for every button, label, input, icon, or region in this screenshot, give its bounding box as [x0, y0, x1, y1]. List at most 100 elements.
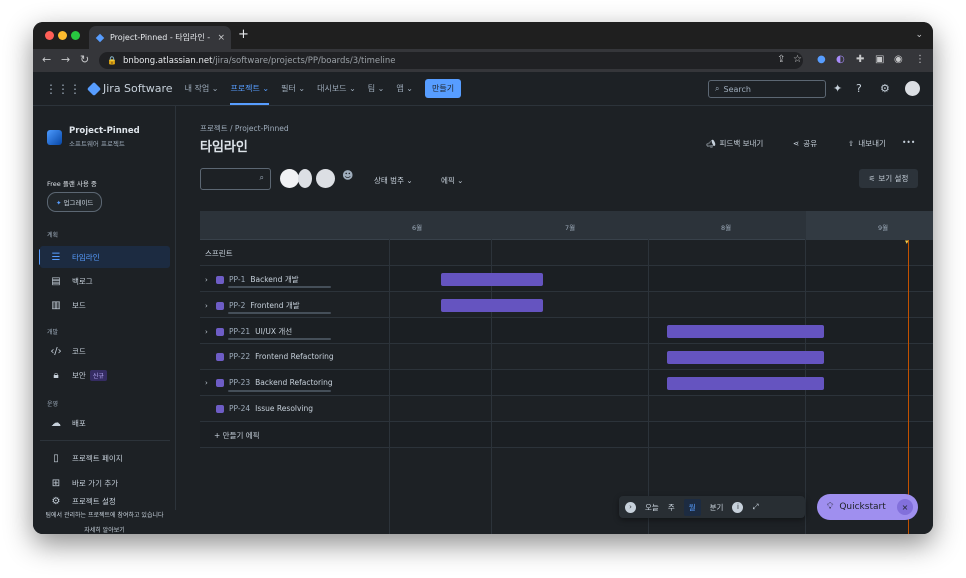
grid-line	[805, 211, 806, 534]
info-icon[interactable]: i	[732, 501, 744, 513]
more-actions-button[interactable]: •••	[902, 138, 915, 147]
fullscreen-icon[interactable]: ⤢	[752, 502, 758, 512]
bookmark-star-icon[interactable]: ☆	[793, 54, 802, 65]
help-icon[interactable]: ?	[856, 82, 862, 95]
epic-bar[interactable]	[441, 273, 543, 286]
forward-arrow-icon[interactable]: →	[61, 53, 70, 66]
epic-key: PP-2	[229, 301, 246, 310]
expand-chevron-icon[interactable]: ›	[205, 328, 211, 336]
breadcrumb[interactable]: 프로젝트 / Project-Pinned	[200, 123, 289, 134]
settings-gear-icon: ⚙	[51, 496, 61, 507]
product-name: Jira Software	[103, 82, 173, 95]
epic-filter[interactable]: 에픽 ⌄	[441, 175, 463, 186]
navigate-arrow-icon[interactable]: ›	[625, 501, 636, 513]
back-arrow-icon[interactable]: ←	[42, 53, 51, 66]
avatar[interactable]	[298, 169, 312, 188]
share-button[interactable]: ⋖ 공유	[793, 138, 817, 149]
expand-chevron-icon[interactable]: ›	[205, 379, 211, 387]
sidebar-item-security[interactable]: 🔒︎ 보안 신규	[40, 364, 170, 386]
sidebar-item-code[interactable]: ‹/› 코드	[40, 340, 170, 362]
tab-search-chevron-icon[interactable]: ⌄	[915, 30, 923, 40]
sidebar-item-deployments[interactable]: ☁ 배포	[40, 412, 170, 434]
sidebar-item-project-pages[interactable]: ▯ 프로젝트 페이지	[40, 447, 170, 469]
view-settings-button[interactable]: ⚟ 보기 설정	[859, 169, 918, 188]
sidebar-item-backlog[interactable]: ▤ 백로그	[40, 270, 170, 292]
epic-row[interactable]: PP-24 Issue Resolving	[200, 396, 933, 422]
close-window-button[interactable]	[45, 31, 54, 40]
profile-avatar-icon[interactable]: ◉	[894, 54, 903, 65]
week-button[interactable]: 주	[668, 502, 675, 513]
nav-apps[interactable]: 앱 ⌄	[396, 83, 413, 94]
new-badge: 신규	[89, 369, 107, 381]
sidebar-item-project-settings[interactable]: ⚙ 프로젝트 설정	[40, 496, 170, 510]
nav-dashboards[interactable]: 대시보드 ⌄	[317, 83, 356, 94]
learn-more-link[interactable]: 자세히 알아보기	[33, 525, 176, 534]
feedback-button[interactable]: 📣︎ 피드백 보내기	[706, 138, 763, 149]
nav-my-work[interactable]: 내 작업 ⌄	[185, 83, 219, 94]
sidebar-item-label: 코드	[72, 346, 86, 356]
timeline-search-input[interactable]: ⌕	[200, 168, 271, 190]
url-text: bnbong.atlassian.net/jira/software/proje…	[123, 56, 396, 66]
nav-projects[interactable]: 프로젝트 ⌄	[230, 83, 270, 105]
add-people-icon[interactable]: ☻	[342, 169, 361, 188]
month-september-label: 9월	[878, 224, 889, 232]
project-header[interactable]: Project-Pinned 소프트웨어 프로젝트	[47, 126, 140, 148]
url-path: /jira/software/projects/PP/boards/3/time…	[212, 55, 396, 66]
app-switcher-icon[interactable]: ⋮⋮⋮	[45, 82, 81, 96]
epic-row[interactable]: › PP-2 Frontend 개발	[200, 292, 933, 318]
expand-chevron-icon[interactable]: ›	[205, 302, 211, 310]
epic-bar[interactable]	[667, 325, 824, 338]
month-june: 6월	[412, 224, 423, 232]
notifications-bell-icon[interactable]: ✦	[833, 82, 842, 95]
upgrade-button[interactable]: ✦ 업그레이드	[47, 192, 103, 212]
expand-chevron-icon[interactable]: ›	[205, 276, 211, 284]
new-tab-button[interactable]: +	[238, 27, 249, 42]
sidebar-item-add-shortcut[interactable]: ⊞ 바로 가기 추가	[40, 472, 170, 494]
create-epic-button[interactable]: + 만들기 에픽	[214, 430, 260, 441]
create-epic-row[interactable]: + 만들기 에픽	[200, 422, 933, 448]
minimize-window-button[interactable]	[58, 31, 67, 40]
epic-progress-bar	[228, 390, 331, 392]
extension-icon[interactable]: ◐	[836, 54, 845, 65]
address-bar[interactable]: 🔒 bnbong.atlassian.net/jira/software/pro…	[99, 52, 803, 69]
maximize-window-button[interactable]	[71, 31, 80, 40]
quickstart-label: Quickstart	[839, 502, 886, 512]
epic-row[interactable]: › PP-1 Backend 개발	[200, 266, 933, 292]
status-category-filter[interactable]: 상태 범주 ⌄	[374, 175, 413, 186]
sidebar-toggle-icon[interactable]: ▣	[875, 54, 884, 65]
avatar[interactable]	[280, 169, 299, 188]
export-button[interactable]: ⇧ 내보내기	[848, 138, 886, 149]
tab-close-icon[interactable]: ×	[217, 33, 225, 43]
nav-filters[interactable]: 필터 ⌄	[281, 83, 305, 94]
browser-tab[interactable]: Project-Pinned - 타임라인 - Jira ×	[89, 26, 231, 49]
share-page-icon[interactable]: ⇪	[777, 54, 785, 65]
lock-icon: 🔒	[107, 56, 117, 65]
today-button[interactable]: 오늘	[645, 502, 659, 513]
user-avatar[interactable]	[905, 81, 920, 96]
sidebar-item-board[interactable]: ▥ 보드	[40, 294, 170, 316]
export-icon: ⇧	[848, 139, 855, 148]
nav-teams[interactable]: 팀 ⌄	[368, 83, 385, 94]
quarter-button[interactable]: 분기	[710, 502, 724, 513]
sidebar-item-timeline[interactable]: ☰ 타임라인	[40, 246, 170, 268]
grid-line	[491, 211, 492, 534]
epic-bar[interactable]	[667, 377, 824, 390]
quickstart-button[interactable]: 💡︎ Quickstart ×	[817, 494, 918, 520]
epic-bar[interactable]	[667, 351, 824, 364]
month-button[interactable]: 월	[683, 498, 701, 516]
search-icon: ⌕	[259, 173, 264, 182]
epic-key: PP-24	[229, 404, 251, 413]
create-button[interactable]: 만들기	[425, 79, 462, 98]
reload-icon[interactable]: ↻	[80, 53, 89, 66]
extension-icon[interactable]: ●	[817, 54, 826, 65]
sidebar-item-label: 보안	[72, 370, 86, 380]
quickstart-close-icon[interactable]: ×	[897, 499, 913, 515]
extensions-puzzle-icon[interactable]: ✚	[856, 54, 864, 65]
avatar[interactable]	[316, 169, 335, 188]
jira-logo[interactable]: Jira Software	[86, 81, 173, 96]
browser-menu-icon[interactable]: ⋮	[915, 54, 925, 65]
lock-icon: 🔒︎	[53, 369, 59, 381]
settings-gear-icon[interactable]: ⚙	[880, 82, 890, 95]
epic-bar[interactable]	[441, 299, 543, 312]
search-input[interactable]: ⌕ Search	[708, 80, 826, 98]
